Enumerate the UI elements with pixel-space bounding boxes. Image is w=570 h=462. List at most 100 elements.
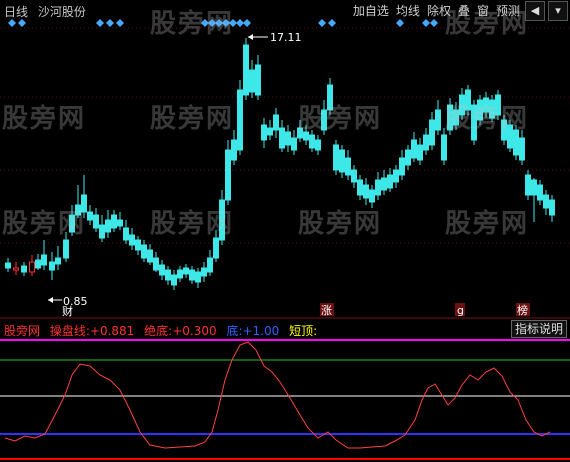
- candle-body: [29, 261, 35, 273]
- candle-body: [393, 169, 399, 183]
- indicator-name: 股旁网: [4, 324, 41, 338]
- candle-body: [381, 177, 387, 191]
- candle-body: [285, 131, 291, 146]
- candle-body: [183, 267, 189, 275]
- watermark: 股旁网: [2, 104, 87, 134]
- candle-body: [129, 234, 135, 246]
- candle-body: [549, 199, 555, 216]
- ind-item-value: +0.300: [172, 324, 217, 338]
- collapse-icon[interactable]: ▾: [548, 1, 568, 21]
- period-label[interactable]: 日线: [4, 5, 28, 19]
- candle-body: [165, 269, 171, 281]
- candle-body: [345, 157, 351, 176]
- candle-body: [387, 174, 393, 189]
- watermark: 股旁网: [445, 9, 530, 39]
- candle-body: [49, 261, 55, 271]
- candle-body: [195, 271, 201, 283]
- candle-body: [231, 139, 237, 161]
- candle-body: [35, 259, 41, 269]
- candle-body: [357, 179, 363, 196]
- watermark: 股旁网: [298, 104, 383, 134]
- candle-body: [207, 257, 213, 273]
- candle-body: [117, 219, 123, 227]
- watermark: 股旁网: [2, 209, 87, 239]
- candle-body: [111, 214, 117, 229]
- ind-item-label: 底:: [226, 324, 243, 338]
- low-arrow-head: [48, 297, 53, 303]
- candle-body: [375, 179, 381, 196]
- candle-body: [411, 139, 417, 159]
- candle-body: [351, 169, 357, 183]
- candle-body: [435, 109, 441, 131]
- candle-body: [369, 189, 375, 203]
- candle-body: [399, 157, 405, 176]
- candle-body: [153, 257, 159, 271]
- candle-body: [55, 257, 61, 265]
- candle-body: [99, 224, 105, 239]
- oscillator-line: [4, 341, 551, 449]
- watermark: 股旁网: [150, 9, 235, 39]
- candle-body: [333, 144, 339, 171]
- candle-body: [543, 194, 549, 209]
- watermark: 股旁网: [150, 104, 235, 134]
- candle-body: [519, 137, 525, 161]
- high-price-label: 17.11: [270, 31, 302, 44]
- event-marker: 榜: [517, 303, 528, 317]
- add-favorite-button[interactable]: 加自选: [351, 1, 391, 21]
- watermark: 股旁网: [298, 209, 383, 239]
- candle-body: [5, 262, 11, 269]
- candle-body: [201, 267, 207, 277]
- candle-body: [135, 239, 141, 251]
- watermark: 股旁网: [150, 209, 235, 239]
- candle-body: [261, 124, 267, 141]
- ind-item-label: 绝底:: [144, 324, 173, 338]
- candle-body: [159, 264, 165, 276]
- event-marker: g: [457, 304, 464, 317]
- candle-body: [105, 219, 111, 233]
- watermark: 股旁网: [445, 104, 530, 134]
- candle-body: [87, 211, 93, 221]
- ma-button[interactable]: 均线: [394, 1, 422, 21]
- candle-body: [21, 265, 27, 273]
- ind-item-value: +1.00: [242, 324, 280, 338]
- candle-body: [189, 269, 195, 281]
- candle-body: [339, 149, 345, 173]
- candle-body: [363, 184, 369, 199]
- candle-body: [171, 274, 177, 286]
- candle-body: [225, 149, 231, 201]
- candle-body: [13, 267, 19, 271]
- candle-body: [249, 69, 255, 93]
- ind-item-value: +0.881: [89, 324, 135, 338]
- candle-body: [417, 144, 423, 161]
- candle-body: [441, 134, 447, 161]
- event-marker: 财: [62, 304, 73, 318]
- candle-body: [41, 254, 47, 266]
- candle-body: [63, 239, 69, 259]
- watermark: 股旁网: [445, 209, 530, 239]
- event-marker: 涨: [321, 304, 332, 317]
- candle-body: [255, 64, 261, 96]
- candle-body: [429, 119, 435, 146]
- candle-body: [213, 237, 219, 259]
- ind-item-label: 短顶:: [289, 324, 318, 338]
- stock-name: 沙河股份: [37, 5, 86, 19]
- candle-body: [279, 127, 285, 149]
- indicator-help-button[interactable]: 指标说明: [510, 320, 567, 338]
- candle-body: [291, 137, 297, 151]
- candle-body: [141, 244, 147, 259]
- candle-body: [237, 89, 243, 151]
- title-area: 日线 沙河股份: [4, 3, 92, 20]
- candle-body: [405, 149, 411, 166]
- candle-body: [273, 114, 279, 131]
- high-arrow-head: [248, 34, 253, 40]
- candle-body: [123, 227, 129, 241]
- candle-body: [147, 249, 153, 263]
- candle-body: [267, 127, 273, 136]
- candle-body: [525, 174, 531, 196]
- candle-body: [177, 269, 183, 279]
- indicator-bar: 股旁网 操盘线:+0.881 绝底:+0.300 底:+1.00 短顶:: [4, 322, 323, 339]
- candle-body: [309, 134, 315, 149]
- candle-body: [537, 184, 543, 201]
- candle-body: [93, 214, 99, 229]
- ind-item-label: 操盘线:: [49, 324, 90, 338]
